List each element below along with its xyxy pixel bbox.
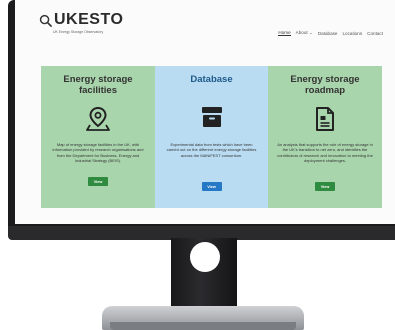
- logo-text: UKESTO: [54, 11, 124, 28]
- monitor-screen: UKESTO UK Energy Storage Observatory Hom…: [15, 0, 395, 224]
- card-description: Experimental data from tests which have …: [166, 142, 257, 158]
- site-logo[interactable]: UKESTO: [39, 12, 123, 28]
- view-roadmap-button[interactable]: View: [315, 182, 335, 191]
- magnifier-logo-icon: [39, 14, 52, 27]
- nav-item-locations[interactable]: Locations: [342, 31, 362, 36]
- card-energy-storage-facilities: Energy storage facilities Map of energy …: [41, 66, 155, 208]
- card-description: An analysis that supports the role of en…: [277, 142, 373, 164]
- stand-base-edge: [110, 322, 296, 330]
- feature-cards: Energy storage facilities Map of energy …: [41, 66, 382, 208]
- nav-item-contact[interactable]: Contact: [367, 31, 383, 36]
- card-database: Database Experimental data from tests wh…: [155, 66, 268, 208]
- view-database-button[interactable]: View: [201, 182, 222, 191]
- view-facilities-button[interactable]: View: [88, 177, 108, 186]
- site-header: UKESTO UK Energy Storage Observatory Hom…: [15, 0, 395, 66]
- nav-item-database[interactable]: Database: [318, 31, 338, 36]
- card-description: Map of energy storage facilities in the …: [52, 142, 144, 164]
- logo-subtitle: UK Energy Storage Observatory: [53, 30, 104, 34]
- card-title: Energy storage roadmap: [290, 74, 360, 96]
- nav-item-about[interactable]: About ⌄: [296, 30, 313, 36]
- main-nav: Home About ⌄ Database Locations Contact: [278, 30, 383, 36]
- map-pin-icon: [86, 106, 110, 131]
- stand-cable-hole: [190, 242, 220, 272]
- nav-item-home[interactable]: Home: [278, 30, 291, 36]
- archive-box-icon: [201, 107, 222, 127]
- card-energy-storage-roadmap: Energy storage roadmap An analysis that …: [268, 66, 382, 208]
- card-title: Database: [190, 74, 233, 85]
- document-icon: [316, 107, 334, 131]
- card-title: Energy storage facilities: [63, 74, 133, 96]
